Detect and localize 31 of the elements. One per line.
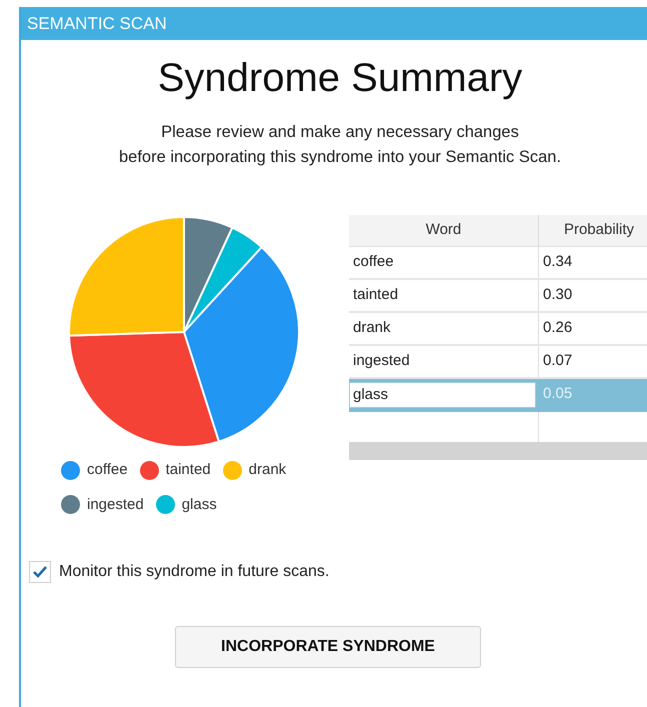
table-cell: coffee [349, 247, 539, 278]
legend-label: glass [182, 494, 217, 514]
table-row[interactable]: ingested 0.07 [349, 346, 647, 379]
checkbox[interactable] [29, 561, 51, 583]
legend-label: ingested [87, 494, 144, 514]
legend-label: coffee [87, 460, 128, 480]
table-cell: drank [349, 313, 539, 344]
checkmark-icon [32, 565, 48, 579]
table-cell: ingested [349, 346, 539, 377]
table-cell-text: 0.07 [542, 351, 574, 372]
table-cell-text: 0.05 [542, 384, 574, 404]
table-cell-text: 0.34 [542, 252, 574, 272]
table-row[interactable]: tainted 0.30 [349, 280, 647, 313]
table-row[interactable]: glass 0.05 [349, 379, 647, 412]
table-cell: tainted [349, 280, 539, 311]
table-cell-text: 0.26 [542, 318, 574, 338]
incorporate-button[interactable]: INCORPORATE SYNDROME [175, 626, 481, 668]
word-input-field[interactable]: glass [349, 382, 536, 408]
heading: Syndrome Summary [158, 55, 522, 102]
legend-label: tainted [166, 460, 211, 480]
checkbox-label: Monitor this syndrome in future scans. [59, 562, 330, 582]
column-header[interactable]: Word [349, 215, 539, 246]
scroll-bar[interactable] [349, 442, 647, 460]
legend-label: drank [248, 460, 286, 480]
window-title: SEMANTIC SCAN [27, 12, 167, 35]
table-cell-text: 0.30 [542, 285, 574, 306]
instruction-text: Please review and make any necessary changes [161, 122, 519, 143]
column-header[interactable]: Probability [539, 215, 647, 246]
table-row[interactable]: drank 0.26 [349, 313, 647, 346]
table-row[interactable]: coffee 0.34 [349, 247, 647, 280]
instruction-text: before incorporating this syndrome into your Semantic Scan. [118, 147, 562, 168]
